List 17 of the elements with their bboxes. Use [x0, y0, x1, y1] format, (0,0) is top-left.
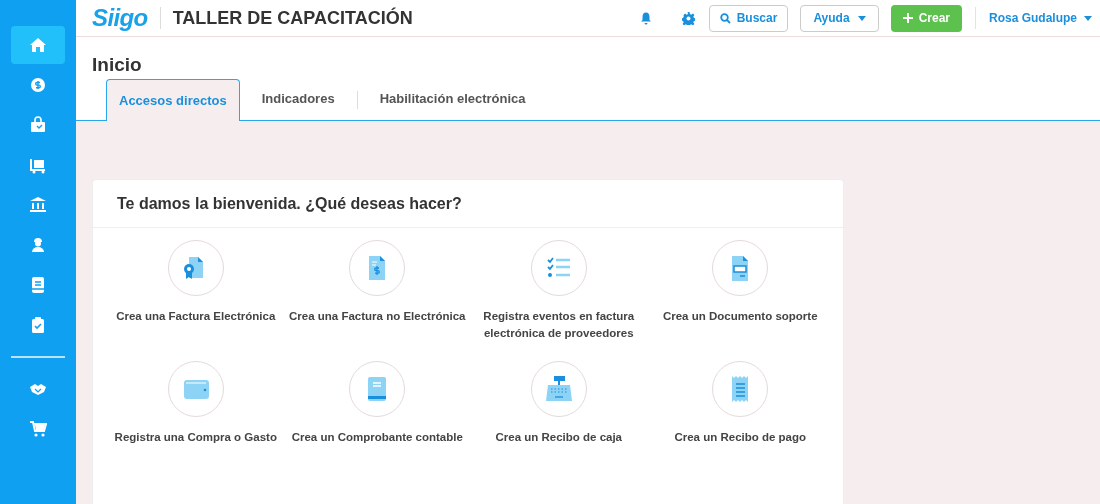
- shortcut-label[interactable]: Registra eventos en factura electrónica de proveedores: [469, 308, 648, 342]
- page-title: Inicio: [92, 53, 143, 77]
- help-dropdown[interactable]: Ayuda: [800, 4, 879, 32]
- card-title: Te damos la bienvenida. ¿Qué deseas hacer?: [93, 180, 843, 228]
- shortcut-label[interactable]: Crea una Factura no Electrónica: [288, 308, 467, 325]
- tab[interactable]: Indicadores: [239, 78, 357, 120]
- logo: Siigo: [92, 3, 148, 33]
- search-button[interactable]: Buscar: [708, 4, 789, 32]
- shortcut-label[interactable]: Crea un Documento soporte: [651, 308, 830, 325]
- shortcut-label[interactable]: Crea un Recibo de pago: [651, 429, 830, 446]
- company-name: TALLER DE CAPACITACIÓN: [172, 6, 414, 30]
- shortcut-label[interactable]: Crea un Comprobante contable: [288, 429, 467, 446]
- user-menu[interactable]: Rosa Gudalupe: [989, 9, 1100, 27]
- shortcut-label[interactable]: Crea un Recibo de caja: [469, 429, 648, 446]
- shortcut-label[interactable]: Registra una Compra o Gasto: [106, 429, 285, 446]
- tab[interactable]: Habilitación electrónica: [357, 78, 548, 120]
- shortcut-label[interactable]: Crea una Factura Electrónica: [106, 308, 285, 325]
